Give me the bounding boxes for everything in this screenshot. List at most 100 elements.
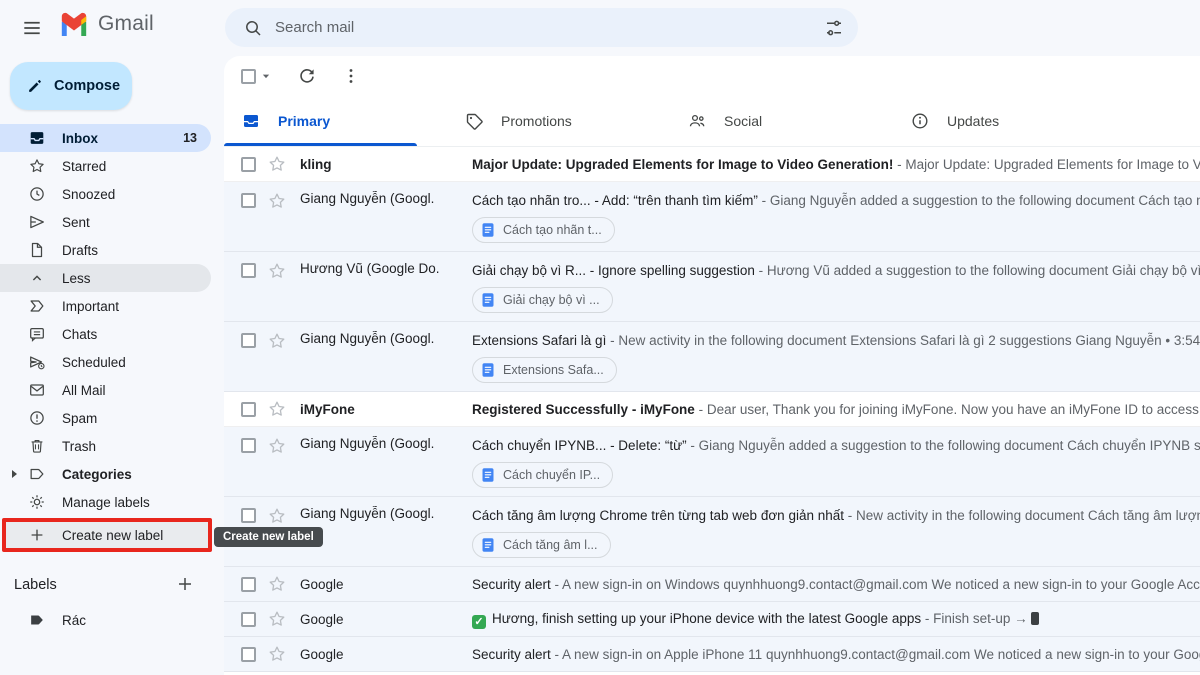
create-label-tooltip: Create new label — [214, 527, 323, 547]
sidebar-item-categories[interactable]: Categories — [0, 460, 211, 488]
email-row[interactable]: Hương Vũ (Google Do.Giải chạy bộ vì R...… — [224, 252, 1200, 322]
tab-updates[interactable]: Updates — [893, 96, 1116, 146]
sidebar-item-important[interactable]: Important — [0, 292, 211, 320]
attachment-chip[interactable]: Cách tăng âm l... — [472, 532, 611, 558]
updates-tab-icon — [910, 111, 930, 131]
row-checkbox[interactable] — [241, 647, 256, 662]
star-icon[interactable] — [267, 191, 287, 211]
sender-name: Google — [300, 612, 460, 627]
sidebar-item-inbox[interactable]: Inbox13 — [0, 124, 211, 152]
sender-name: Google — [300, 577, 460, 592]
add-label-plus-icon[interactable] — [175, 574, 197, 596]
list-toolbar — [224, 56, 1200, 96]
row-checkbox[interactable] — [241, 333, 256, 348]
select-all-checkbox[interactable] — [241, 69, 256, 84]
send-icon — [28, 213, 46, 231]
google-docs-icon — [480, 292, 496, 308]
subject-snippet-line: Giải chạy bộ vì R... - Ignore spelling s… — [472, 261, 1200, 280]
email-row[interactable]: Google ✓Hương, finish setting up your iPh… — [224, 602, 1200, 637]
row-checkbox[interactable] — [241, 263, 256, 278]
compose-button[interactable]: Compose — [10, 62, 132, 110]
attachment-chip[interactable]: Extensions Safa... — [472, 357, 617, 383]
subject-snippet-line: ✓Hương, finish setting up your iPhone de… — [472, 609, 1200, 629]
star-icon[interactable] — [267, 261, 287, 281]
search-input[interactable] — [275, 19, 824, 36]
subject-snippet-line: Security alert - A new sign-in on Window… — [472, 575, 1200, 594]
subject-snippet-line: Registered Successfully - iMyFone - Dear… — [472, 400, 1200, 419]
star-icon[interactable] — [267, 331, 287, 351]
subject-snippet-line: Major Update: Upgraded Elements for Imag… — [472, 155, 1200, 174]
label-item-r-c[interactable]: Rác — [0, 604, 211, 636]
sidebar-item-drafts[interactable]: Drafts — [0, 236, 211, 264]
sender-name: Giang Nguyễn (Googl. — [300, 331, 460, 346]
sidebar-item-starred[interactable]: Starred — [0, 152, 211, 180]
spam-icon — [28, 409, 46, 427]
email-row[interactable]: Giang Nguyễn (Googl.Extensions Safari là… — [224, 322, 1200, 392]
chat-icon — [28, 325, 46, 343]
row-checkbox[interactable] — [241, 193, 256, 208]
inbox-icon — [28, 129, 46, 147]
promotions-tab-icon — [464, 111, 484, 131]
clock-icon — [28, 185, 46, 203]
labels-title: Labels — [14, 577, 57, 593]
star-icon[interactable] — [267, 154, 287, 174]
labels-list: Rác — [0, 604, 224, 636]
sidebar-item-create-new-label[interactable]: Create new label — [6, 522, 208, 548]
trash-icon — [28, 437, 46, 455]
row-checkbox[interactable] — [241, 402, 256, 417]
star-icon[interactable] — [267, 506, 287, 526]
gmail-app: Gmail Compose Inbox13StarredSnoozedSentD… — [0, 0, 1200, 675]
tab-social[interactable]: Social — [670, 96, 893, 146]
chevron-up-icon — [28, 269, 46, 287]
search-bar[interactable] — [225, 8, 858, 47]
row-checkbox[interactable] — [241, 157, 256, 172]
label-icon — [28, 611, 46, 629]
brand-wordmark: Gmail — [98, 12, 154, 36]
row-checkbox[interactable] — [241, 438, 256, 453]
sender-name: Giang Nguyễn (Googl. — [300, 436, 460, 451]
sidebar-item-trash[interactable]: Trash — [0, 432, 211, 460]
sidebar-item-scheduled[interactable]: Scheduled — [0, 348, 211, 376]
hamburger-menu-icon[interactable] — [14, 10, 50, 46]
gmail-logo: Gmail — [58, 12, 154, 36]
star-icon[interactable] — [267, 574, 287, 594]
tab-primary[interactable]: Primary — [224, 96, 447, 146]
attachment-chip[interactable]: Giải chạy bộ vì ... — [472, 287, 613, 313]
select-caret-down-icon[interactable] — [259, 69, 273, 83]
star-icon[interactable] — [267, 609, 287, 629]
star-icon[interactable] — [267, 644, 287, 664]
email-row[interactable]: Giang Nguyễn (Googl.Cách chuyển IPYNB...… — [224, 427, 1200, 497]
tab-promotions[interactable]: Promotions — [447, 96, 670, 146]
row-checkbox[interactable] — [241, 508, 256, 523]
selected-tab-underline — [224, 143, 417, 146]
sidebar-item-all-mail[interactable]: All Mail — [0, 376, 211, 404]
sidebar-item-less[interactable]: Less — [0, 264, 211, 292]
sidebar-item-sent[interactable]: Sent — [0, 208, 211, 236]
sidebar-item-snoozed[interactable]: Snoozed — [0, 180, 211, 208]
sidebar-item-manage-labels[interactable]: Manage labels — [0, 488, 211, 516]
email-row[interactable]: Google Security alert - A new sign-in on … — [224, 567, 1200, 602]
sidebar-item-chats[interactable]: Chats — [0, 320, 211, 348]
google-docs-icon — [480, 362, 496, 378]
search-options-tune-icon[interactable] — [824, 18, 844, 38]
more-options-button[interactable] — [341, 66, 361, 86]
all-mail-icon — [28, 381, 46, 399]
row-checkbox[interactable] — [241, 612, 256, 627]
sender-name: Google — [300, 647, 460, 662]
attachment-chip[interactable]: Cách tạo nhãn t... — [472, 217, 615, 243]
email-row[interactable]: klingMajor Update: Upgraded Elements for… — [224, 147, 1200, 182]
google-docs-icon — [480, 467, 496, 483]
star-icon[interactable] — [267, 399, 287, 419]
email-row[interactable]: GoogleSecurity alert - A new sign-in on … — [224, 637, 1200, 672]
row-checkbox[interactable] — [241, 577, 256, 592]
attachment-chip[interactable]: Cách chuyển IP... — [472, 462, 613, 488]
google-docs-icon — [480, 537, 496, 553]
refresh-button[interactable] — [297, 66, 317, 86]
expander-triangle-icon[interactable] — [12, 470, 17, 478]
email-row[interactable]: Giang Nguyễn (Googl.Cách tăng âm lượng C… — [224, 497, 1200, 567]
email-row[interactable]: Giang Nguyễn (Googl.Cách tạo nhãn tro...… — [224, 182, 1200, 252]
sidebar-item-spam[interactable]: Spam — [0, 404, 211, 432]
subject-snippet-line: Cách tăng âm lượng Chrome trên từng tab … — [472, 506, 1200, 525]
email-row[interactable]: iMyFoneRegistered Successfully - iMyFone… — [224, 392, 1200, 427]
star-icon[interactable] — [267, 436, 287, 456]
